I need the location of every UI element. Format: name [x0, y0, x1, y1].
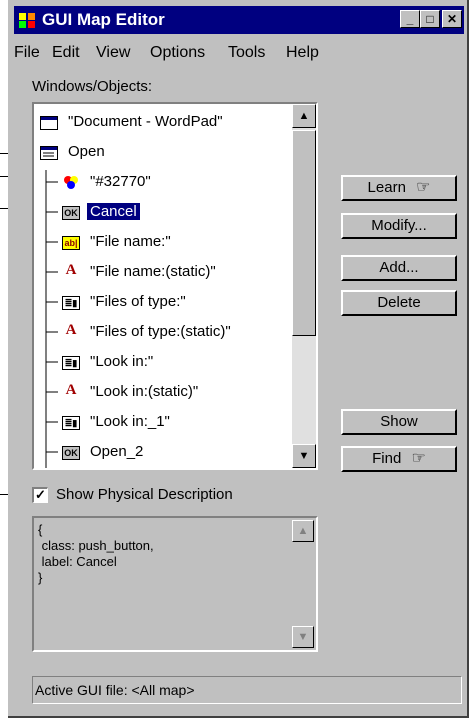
window-icon: [40, 116, 58, 130]
window-title: GUI Map Editor: [42, 10, 165, 29]
list-icon: ≣▮: [62, 416, 80, 430]
objects-tree[interactable]: "Document - WordPad" Open "#32770" OK Ca…: [32, 102, 318, 470]
menu-view[interactable]: View: [96, 44, 130, 62]
find-button[interactable]: Find ☞: [341, 446, 457, 472]
description-scrollbar[interactable]: ▲ ▼: [292, 520, 314, 648]
list-icon: ≣▮: [62, 296, 80, 310]
menu-options[interactable]: Options: [150, 44, 205, 62]
windows-objects-label: Windows/Objects:: [32, 78, 153, 95]
close-button[interactable]: ✕: [442, 10, 462, 28]
scroll-thumb[interactable]: [292, 130, 316, 336]
learn-button[interactable]: Learn ☞: [341, 175, 457, 201]
edit-field-icon: ab|: [62, 236, 80, 250]
push-button-icon: OK: [62, 206, 80, 220]
status-bar: Active GUI file: <All map>: [32, 676, 462, 704]
desc-scroll-down-button[interactable]: ▼: [292, 626, 314, 648]
list-icon: ≣▮: [62, 356, 80, 370]
menu-tools[interactable]: Tools: [228, 44, 265, 62]
object-icon: [64, 176, 78, 189]
desc-scroll-up-button[interactable]: ▲: [292, 520, 314, 542]
title-bar: GUI Map Editor _ □ ✕: [14, 6, 464, 34]
maximize-button[interactable]: □: [420, 10, 440, 28]
static-text-icon: A: [65, 382, 77, 398]
show-button[interactable]: Show: [341, 409, 457, 435]
window-icon: [40, 146, 58, 160]
menu-file[interactable]: File: [14, 44, 40, 62]
pointing-hand-icon: ☞: [411, 450, 426, 467]
tree-scrollbar[interactable]: ▲ ▼: [292, 104, 316, 468]
menu-edit[interactable]: Edit: [52, 44, 80, 62]
add-button[interactable]: Add...: [341, 255, 457, 281]
show-physical-description-checkbox[interactable]: ✓: [32, 487, 48, 503]
gui-map-editor-window: GUI Map Editor _ □ ✕ File Edit View Opti…: [8, 0, 469, 718]
pointing-hand-icon: ☞: [416, 179, 431, 196]
minimize-button[interactable]: _: [400, 10, 420, 28]
modify-button[interactable]: Modify...: [341, 213, 457, 239]
physical-description-text: { class: push_button, label: Cancel }: [38, 522, 154, 585]
static-text-icon: A: [65, 262, 77, 278]
show-physical-description-label: Show Physical Description: [56, 486, 233, 503]
scroll-up-button[interactable]: ▲: [292, 104, 316, 128]
static-text-icon: A: [65, 322, 77, 338]
push-button-icon: OK: [62, 446, 80, 460]
physical-description-box: { class: push_button, label: Cancel } ▲ …: [32, 516, 318, 652]
gui-map-app-icon: [19, 13, 35, 28]
delete-button[interactable]: Delete: [341, 290, 457, 316]
scroll-down-button[interactable]: ▼: [292, 444, 316, 468]
menu-help[interactable]: Help: [286, 44, 319, 62]
